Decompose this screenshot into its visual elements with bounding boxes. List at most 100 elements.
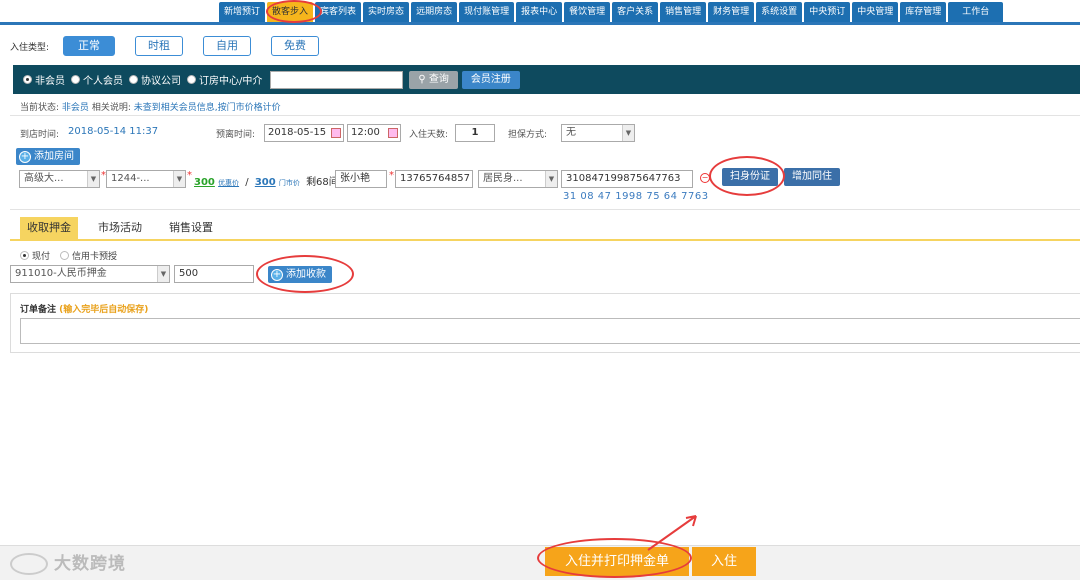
note-textarea[interactable] <box>20 318 1080 344</box>
radio-booking-agent[interactable]: 订房中心/中介 <box>187 72 262 87</box>
add-payment-button[interactable]: + 添加收款 <box>268 266 332 283</box>
depart-time-value: 12:00 <box>351 127 380 138</box>
radio-label: 非会员 <box>35 76 65 87</box>
days-input[interactable]: 1 <box>455 124 495 142</box>
status-desc-label: 相关说明: <box>91 103 131 113</box>
tab-finance[interactable]: 财务管理 <box>708 2 755 22</box>
section-underline <box>10 239 1080 241</box>
radio-label: 个人会员 <box>83 76 123 87</box>
tab-workbench[interactable]: 工作台 <box>948 2 1004 22</box>
tab-inventory[interactable]: 库存管理 <box>900 2 947 22</box>
member-status-row: 当前状态: 非会员 相关说明: 未查到相关会员信息,按门市价格计价 <box>20 100 281 113</box>
watermark: 大数跨境 <box>10 549 126 575</box>
days-label: 入住天数: <box>409 130 449 140</box>
calendar-icon[interactable] <box>388 128 398 138</box>
note-hint: (输入完毕后自动保存) <box>59 305 149 315</box>
radio-credit-preauth[interactable]: 信用卡预授 <box>60 249 117 262</box>
tab-sales[interactable]: 销售管理 <box>660 2 707 22</box>
nav-underline <box>0 22 1080 25</box>
depart-date-input[interactable]: 2018-05-15 <box>264 124 344 142</box>
tab-collect-deposit[interactable]: 收取押金 <box>20 217 78 239</box>
guarantee-value: 无 <box>566 127 576 138</box>
remove-icon[interactable]: − <box>700 173 710 183</box>
radio-label: 信用卡预授 <box>72 252 118 262</box>
stay-type-free[interactable]: 免费 <box>271 36 320 56</box>
guest-name-input[interactable]: 张小艳 <box>335 170 387 188</box>
arrive-value: 2018-05-14 11:37 <box>68 126 159 137</box>
nav-tabs: 新增预订 散客步入 宾客列表 实时房态 远期房态 现付账管理 报表中心 餐饮管理… <box>219 2 1004 22</box>
radio-cash[interactable]: 现付 <box>20 249 50 262</box>
depart-time-input[interactable]: 12:00 <box>347 124 401 142</box>
discount-price[interactable]: 300 <box>194 177 215 188</box>
stay-type-label: 入住类型: <box>10 42 50 53</box>
chevron-down-icon: ▼ <box>622 125 634 141</box>
member-search-input[interactable] <box>270 70 404 89</box>
divider <box>10 115 1080 116</box>
add-room-button[interactable]: + 添加房间 <box>16 148 80 165</box>
id-type-select[interactable]: 居民身... ▼ <box>478 170 558 188</box>
tab-cash-account[interactable]: 现付账管理 <box>459 2 515 22</box>
room-number-select[interactable]: 1244-... ▼ <box>106 170 186 188</box>
stay-type-self-use[interactable]: 自用 <box>203 36 252 56</box>
room-type-select[interactable]: 高级大... ▼ <box>19 170 100 188</box>
tab-marketing[interactable]: 市场活动 <box>91 217 149 239</box>
rack-label: 门市价 <box>278 179 300 187</box>
tab-central-reservation[interactable]: 中央预订 <box>804 2 851 22</box>
radio-non-member[interactable]: 非会员 <box>23 72 65 87</box>
status-value: 非会员 <box>61 103 89 113</box>
tab-realtime-status[interactable]: 实时房态 <box>363 2 410 22</box>
arrive-label: 到店时间: <box>20 130 60 140</box>
member-register-button[interactable]: 会员注册 <box>461 70 520 89</box>
tab-dining[interactable]: 餐饮管理 <box>564 2 611 22</box>
radio-dot <box>23 75 32 84</box>
note-title: 订单备注 <box>20 305 57 315</box>
section-tabs: 收取押金 市场活动 销售设置 <box>20 217 233 239</box>
scan-id-button[interactable]: 扫身份证 <box>722 168 778 186</box>
stay-type-row: 入住类型: 正常 时租 自用 免费 <box>10 36 339 56</box>
id-number-input[interactable]: 310847199875647763 <box>561 170 693 188</box>
deposit-item-select[interactable]: 911010-人民币押金 ▼ <box>10 265 170 283</box>
annotation-arrow-icon <box>647 515 697 551</box>
tab-reports[interactable]: 报表中心 <box>516 2 563 22</box>
radio-label: 现付 <box>32 252 51 262</box>
calendar-icon[interactable] <box>331 128 341 138</box>
divider <box>10 209 1080 210</box>
tab-crm[interactable]: 客户关系 <box>612 2 659 22</box>
query-button-label: 查询 <box>428 73 449 85</box>
add-payment-label: 添加收款 <box>286 269 326 280</box>
arrival-row: 到店时间: 2018-05-14 11:37 预离时间: 2018-05-15 … <box>20 124 1080 144</box>
radio-corporate[interactable]: 协议公司 <box>129 72 181 87</box>
guarantee-label: 担保方式: <box>508 130 548 140</box>
tab-settings[interactable]: 系统设置 <box>756 2 803 22</box>
query-button[interactable]: ⚲ 查询 <box>409 70 458 89</box>
tab-sales-settings[interactable]: 销售设置 <box>162 217 220 239</box>
tab-walk-in[interactable]: 散客步入 <box>267 2 314 22</box>
stay-type-hourly[interactable]: 时租 <box>135 36 184 56</box>
guarantee-select[interactable]: 无 ▼ <box>561 124 635 142</box>
tab-guest-list[interactable]: 宾客列表 <box>315 2 362 22</box>
radio-label: 协议公司 <box>141 76 181 87</box>
radio-label: 订房中心/中介 <box>199 76 263 87</box>
rack-price[interactable]: 300 <box>255 177 276 188</box>
plus-circle-icon: + <box>19 150 31 163</box>
tab-new-reservation[interactable]: 新增预订 <box>219 2 266 22</box>
depart-label: 预离时间: <box>216 130 256 140</box>
watermark-text: 大数跨境 <box>54 554 126 574</box>
stay-type-normal[interactable]: 正常 <box>63 36 116 56</box>
required-mark: * <box>187 170 192 181</box>
tab-future-status[interactable]: 远期房态 <box>411 2 458 22</box>
phone-input[interactable]: 13765764857 <box>395 170 473 188</box>
discount-label[interactable]: 优惠价 <box>218 179 239 187</box>
chevron-down-icon: ▼ <box>87 171 99 187</box>
radio-personal-member[interactable]: 个人会员 <box>71 72 123 87</box>
price-slash: / <box>245 177 249 188</box>
add-room-label: 添加房间 <box>34 151 74 162</box>
add-co-guest-button[interactable]: 增加同住 <box>784 168 840 186</box>
price-info: 300 优惠价 / 300 门市价 剩68间 <box>194 173 339 188</box>
deposit-amount-input[interactable]: 500 <box>174 265 254 283</box>
depart-date-value: 2018-05-15 <box>268 127 327 138</box>
radio-dot <box>20 251 29 260</box>
radio-dot <box>129 75 138 84</box>
tab-central-management[interactable]: 中央管理 <box>852 2 899 22</box>
status-desc: 未查到相关会员信息,按门市价格计价 <box>133 103 281 113</box>
